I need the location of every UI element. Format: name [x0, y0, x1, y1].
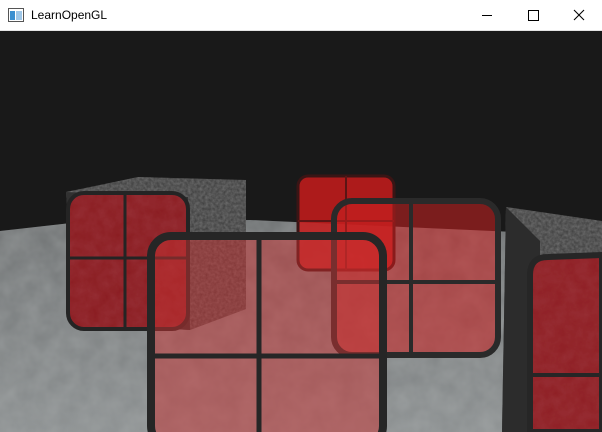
minimize-button[interactable]: [464, 0, 510, 30]
red-window-right: [527, 251, 602, 432]
red-window-front: [147, 232, 387, 432]
window-title: LearnOpenGL: [31, 8, 108, 22]
opengl-viewport[interactable]: [0, 31, 602, 432]
maximize-icon: [528, 10, 539, 21]
title-bar[interactable]: LearnOpenGL: [0, 0, 602, 31]
rendered-scene: [0, 31, 602, 432]
minimize-icon: [482, 15, 492, 16]
close-button[interactable]: [556, 0, 602, 30]
maximize-button[interactable]: [510, 0, 556, 30]
close-icon: [573, 9, 585, 21]
app-window: LearnOpenGL: [0, 0, 602, 432]
app-icon: [8, 8, 24, 22]
